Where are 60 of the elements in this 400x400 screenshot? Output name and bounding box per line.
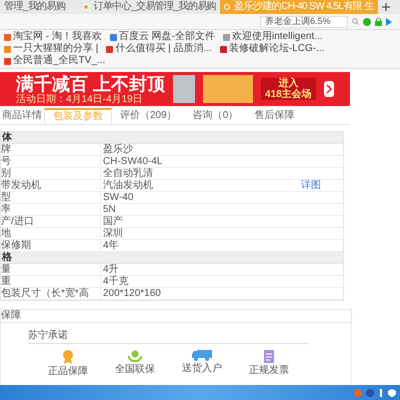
spec-label: 带发动机 [1, 180, 101, 191]
spec-label: 号 [1, 156, 101, 167]
spec-label: 包装尺寸（长*宽*高 [1, 288, 101, 299]
bookmark-link[interactable]: 百度云 网盘-全部文件 [110, 31, 215, 43]
promise-label: 正品保障 [48, 367, 88, 377]
spec-label: 地 [1, 228, 101, 239]
spec-label: 保修期 [1, 240, 101, 251]
spec-value: 5N [102, 204, 117, 214]
spec-label: 型 [1, 192, 101, 203]
truck-icon [192, 350, 212, 361]
promise-title: 苏宁承诺 [28, 331, 309, 344]
spec-value: 200*120*160 [102, 288, 162, 298]
spec-value: 盈乐沙 [102, 144, 134, 154]
photo-placeholder [173, 75, 196, 103]
spec-value: 4年 [102, 240, 120, 250]
lock-icon[interactable] [375, 18, 382, 26]
banner-headline: 满千减百 上不封顶 [16, 74, 166, 94]
bookmark-link[interactable]: 一只大猩猩的分享 | [4, 43, 98, 55]
spec-value: 国产 [102, 216, 124, 226]
promise-label: 送货入户 [182, 364, 222, 374]
invoice-icon [264, 350, 274, 363]
shield-icon[interactable] [388, 388, 396, 396]
spec-section-heading: 体 [1, 132, 12, 142]
spec-label: 重 [1, 276, 101, 287]
spec-value: SW-40 [102, 192, 134, 202]
banner-dates: 活动日期：4月14日-4月19日 [16, 94, 144, 104]
search-icon[interactable] [352, 18, 359, 25]
bookmark-link[interactable]: 欢迎使用intelligent... [223, 31, 323, 43]
banner-enter-link[interactable]: 进入 418主会场 [261, 78, 316, 100]
spec-label: 产/进口 [1, 216, 101, 227]
favicon-icon [224, 4, 230, 10]
detail-link[interactable]: 详图 [301, 180, 321, 190]
new-tab-icon[interactable] [382, 3, 390, 11]
medal-icon [62, 350, 74, 364]
spec-value: 4千克 [102, 276, 130, 286]
photo-placeholder [203, 75, 254, 103]
bookmark-link[interactable]: 什么值得买 | 品质消... [106, 43, 212, 55]
spec-label: 率 [1, 204, 101, 215]
spec-value: 全自动乳清 [102, 168, 154, 178]
favicon-icon [83, 4, 90, 10]
chevron-right-icon[interactable] [324, 81, 334, 97]
spec-value: 汽油发动机 [102, 180, 154, 190]
spec-value: 深圳 [102, 228, 124, 238]
spec-value: CH-SW40-4L [102, 156, 164, 166]
spec-label: 牌 [1, 144, 101, 155]
promise-label: 全国联保 [115, 365, 155, 375]
product-tab[interactable]: 售后保障 [246, 108, 302, 124]
spec-value: 4升 [102, 264, 120, 274]
play-icon[interactable] [386, 18, 392, 26]
bookmark-link[interactable]: 淘宝网 - 淘！我喜欢 [4, 31, 102, 43]
spec-section-heading: 格 [1, 252, 12, 262]
product-tab[interactable]: 评价（209） [112, 108, 185, 124]
promise-label: 正规发票 [249, 366, 289, 376]
after-sale-title: 保障 [1, 311, 21, 321]
spec-label: 别 [1, 168, 101, 179]
product-tab[interactable]: 咨询（0） [184, 108, 246, 124]
bookmark-link[interactable]: 装修破解论坛-LCG-... [220, 43, 324, 55]
spec-label: 量 [1, 264, 101, 275]
product-tab[interactable]: 商品详情 [0, 108, 44, 124]
bookmark-link[interactable]: 全民普通_全民TV_... [4, 55, 106, 67]
